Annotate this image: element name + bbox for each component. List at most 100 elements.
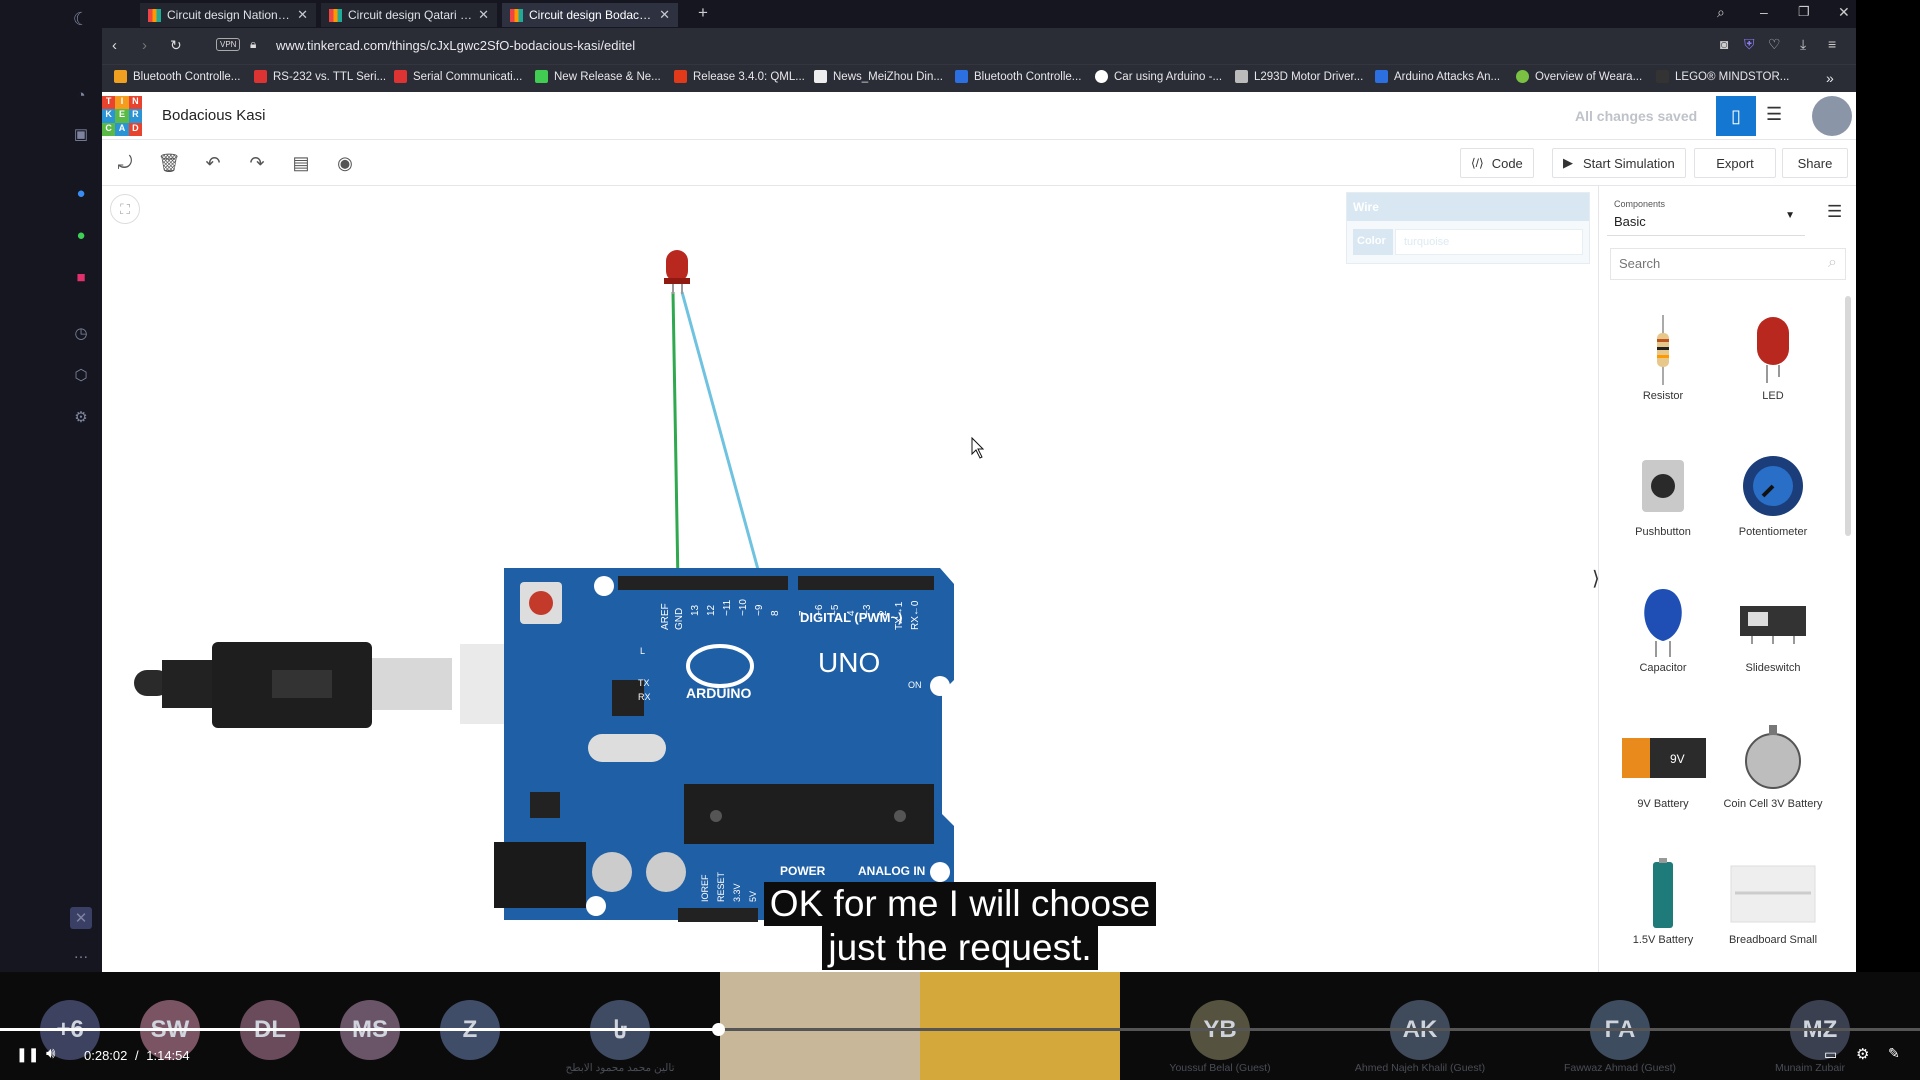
- tab-bodacious-kasi[interactable]: Circuit design Bodacious K ✕: [502, 3, 678, 27]
- seek-bar[interactable]: [0, 1023, 1920, 1036]
- redo-icon[interactable]: ↷: [244, 150, 270, 176]
- panel-scrollbar[interactable]: [1845, 296, 1851, 536]
- search-icon[interactable]: ⌕: [1717, 4, 1725, 21]
- component-slideswitch[interactable]: Slideswitch: [1723, 582, 1823, 674]
- url-field[interactable]: www.tinkercad.com/things/cJxLgwc2SfO-bod…: [276, 38, 635, 53]
- bookmark-item[interactable]: Bluetooth Controlle...: [114, 70, 240, 83]
- window-close-icon[interactable]: ✕: [1838, 4, 1850, 21]
- list-view-icon[interactable]: ☰: [1766, 104, 1782, 125]
- back-icon[interactable]: ‹: [112, 37, 117, 54]
- battery-9v-icon: 9V: [1622, 738, 1706, 778]
- participant-name: تالين محمد محمود الابطح: [565, 1062, 675, 1074]
- usb-cable[interactable]: [134, 642, 568, 728]
- export-button[interactable]: Export: [1694, 148, 1776, 178]
- project-title[interactable]: Bodacious Kasi: [162, 107, 265, 124]
- visibility-icon[interactable]: ◉: [332, 150, 358, 176]
- pin-icon[interactable]: ✎: [1888, 1045, 1900, 1062]
- bookmark-item[interactable]: News_MeiZhou Din...: [814, 70, 943, 83]
- close-icon[interactable]: ✕: [297, 7, 308, 23]
- bookmark-item[interactable]: Release 3.4.0: QML...: [674, 70, 805, 83]
- shop-icon[interactable]: ▣: [70, 123, 92, 145]
- history-icon[interactable]: ◷: [70, 322, 92, 344]
- captions-icon[interactable]: ▭: [1824, 1046, 1837, 1063]
- rotate-icon[interactable]: ⤾: [112, 150, 138, 176]
- led-component[interactable]: [664, 250, 690, 294]
- pause-icon[interactable]: ❚❚: [16, 1046, 39, 1063]
- list-view-toggle-icon[interactable]: ☰: [1827, 202, 1842, 222]
- bookmark-item[interactable]: New Release & Ne...: [535, 70, 661, 83]
- new-tab-button[interactable]: +: [698, 3, 708, 23]
- tab-qatari-flag[interactable]: Circuit design Qatari flag s ✕: [321, 3, 497, 27]
- bookmark-item[interactable]: Serial Communicati...: [394, 70, 522, 83]
- component-pushbutton[interactable]: Pushbutton: [1613, 446, 1713, 538]
- start-simulation-button[interactable]: ▶ Start Simulation: [1552, 148, 1686, 178]
- bookmark-item[interactable]: Bluetooth Controlle...: [955, 70, 1081, 83]
- settings-gear-icon[interactable]: ⚙: [1856, 1045, 1869, 1063]
- bookmark-item[interactable]: Arduino Attacks An...: [1375, 70, 1500, 83]
- component-breadboard-small[interactable]: Breadboard Small: [1723, 854, 1823, 946]
- reload-icon[interactable]: ↻: [170, 37, 182, 54]
- speed-dial-icon[interactable]: ◔: [70, 84, 92, 106]
- avatar[interactable]: [1812, 96, 1852, 136]
- tinkercad-logo[interactable]: T I N K E R C A D: [102, 96, 142, 136]
- instagram-icon[interactable]: ■: [70, 266, 92, 288]
- bookmark-item[interactable]: Car using Arduino -...: [1095, 70, 1222, 83]
- circuit-canvas[interactable]: ⛶ Wire Color turquoise UNO ARDUINO DIGIT…: [102, 186, 1600, 972]
- heart-icon[interactable]: ♡: [1768, 36, 1781, 53]
- sidebar-tool-icon[interactable]: ✕: [70, 907, 92, 929]
- tinkercad-favicon-icon: [148, 8, 161, 22]
- settings-icon[interactable]: ⚙: [70, 406, 92, 428]
- menu-icon[interactable]: ≡: [1828, 36, 1836, 52]
- tab-national-day[interactable]: Circuit design National Day ✕: [140, 3, 316, 27]
- component-1-5v-battery[interactable]: 1.5V Battery: [1613, 854, 1713, 946]
- whatsapp-icon[interactable]: ●: [70, 224, 92, 246]
- circuit-view-button[interactable]: ▯: [1716, 96, 1756, 136]
- wire-green[interactable]: [671, 291, 680, 585]
- capacitor-icon: [1644, 589, 1682, 657]
- search-field[interactable]: ⌕: [1610, 248, 1846, 280]
- bookmark-item[interactable]: RS-232 vs. TTL Seri...: [254, 70, 386, 83]
- close-icon[interactable]: ✕: [478, 7, 489, 23]
- wire-turquoise[interactable]: [680, 291, 764, 585]
- messenger-icon[interactable]: ●: [70, 182, 92, 204]
- bookmark-item[interactable]: L293D Motor Driver...: [1235, 70, 1363, 83]
- notes-icon[interactable]: ▤: [288, 150, 314, 176]
- share-button[interactable]: Share: [1782, 148, 1848, 178]
- participant-video-2[interactable]: [920, 972, 1120, 1080]
- browser-logo-icon[interactable]: ☾: [70, 8, 92, 30]
- box-icon[interactable]: ⬡: [70, 364, 92, 386]
- pin-5v-label: 5V: [748, 891, 758, 902]
- seek-handle[interactable]: [712, 1023, 726, 1036]
- undo-icon[interactable]: ↶: [200, 150, 226, 176]
- participant-video-1[interactable]: [720, 972, 920, 1080]
- save-status: All changes saved: [1575, 108, 1698, 124]
- close-icon[interactable]: ✕: [659, 7, 670, 23]
- bookmarks-more-button[interactable]: »: [1826, 70, 1834, 86]
- component-coin-cell-battery[interactable]: Coin Cell 3V Battery: [1723, 718, 1823, 810]
- components-panel: Components Basic ▼ ☰ ⌕ Resistor LED Push…: [1598, 186, 1856, 972]
- download-icon[interactable]: ⤓: [1800, 36, 1806, 53]
- search-input[interactable]: [1619, 256, 1809, 271]
- pin-gnd-label: GND: [674, 608, 685, 630]
- restore-icon[interactable]: ❐: [1798, 4, 1810, 20]
- forward-icon[interactable]: ›: [142, 37, 147, 54]
- component-potentiometer[interactable]: Potentiometer: [1723, 446, 1823, 538]
- caption-line-2: just the request.: [822, 926, 1098, 970]
- delete-icon[interactable]: 🗑︎: [156, 150, 182, 176]
- bookmark-item[interactable]: LEGO® MINDSTOR...: [1656, 70, 1789, 83]
- components-dropdown[interactable]: Components Basic ▼: [1607, 192, 1805, 236]
- camera-icon[interactable]: ◙: [1720, 36, 1728, 52]
- minimize-icon[interactable]: –: [1760, 4, 1768, 20]
- volume-icon[interactable]: 🔊︎: [46, 1045, 55, 1062]
- code-button[interactable]: ⟨/⟩ Code: [1460, 148, 1534, 178]
- component-resistor[interactable]: Resistor: [1613, 310, 1713, 402]
- participant-name: Fawwaz Ahmad (Guest): [1563, 1062, 1677, 1074]
- bookmark-item[interactable]: Overview of Weara...: [1516, 70, 1642, 83]
- component-led[interactable]: LED: [1723, 310, 1823, 402]
- shield-icon[interactable]: ⛨: [1744, 36, 1755, 53]
- participant-name: Munaim Zubair: [1774, 1062, 1846, 1074]
- component-capacitor[interactable]: Capacitor: [1613, 582, 1713, 674]
- vpn-badge[interactable]: VPN: [216, 38, 241, 51]
- more-icon[interactable]: …: [70, 942, 92, 964]
- component-9v-battery[interactable]: 9V 9V Battery: [1613, 718, 1713, 810]
